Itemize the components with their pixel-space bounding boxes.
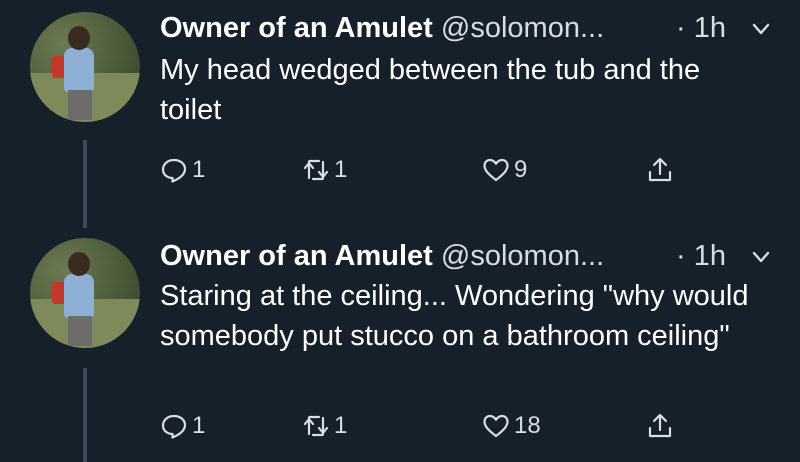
like-button[interactable]: 18	[482, 406, 541, 446]
reply-count: 1	[192, 412, 206, 439]
retweet-count: 1	[334, 412, 348, 439]
tweet-time[interactable]: · 1h	[676, 238, 726, 274]
retweet-count: 1	[334, 156, 348, 183]
tweet-header: Owner of an Amulet @solomon...	[160, 10, 604, 46]
avatar[interactable]	[30, 238, 140, 348]
like-icon	[483, 414, 509, 438]
retweet-button[interactable]: 1	[302, 150, 347, 190]
chevron-down-icon[interactable]	[750, 246, 772, 268]
tweet-header: Owner of an Amulet @solomon...	[160, 238, 604, 274]
like-icon	[483, 158, 509, 182]
thread-line	[83, 140, 87, 228]
reply-icon	[161, 158, 187, 183]
author-handle[interactable]: @solomon...	[441, 240, 604, 272]
chevron-down-icon[interactable]	[750, 18, 772, 40]
reply-count: 1	[192, 156, 206, 183]
share-icon	[648, 157, 672, 182]
like-button[interactable]: 9	[482, 150, 527, 190]
tweet[interactable]: Owner of an Amulet @solomon... · 1h Star…	[0, 228, 800, 462]
thread-line	[83, 368, 87, 462]
retweet-icon	[303, 159, 329, 181]
tweet-text: Staring at the ceiling... Wondering "why…	[160, 280, 749, 352]
retweet-icon	[303, 415, 329, 437]
tweet-actions: 1 1 18	[160, 406, 700, 446]
tweet-time[interactable]: · 1h	[676, 10, 726, 46]
like-count: 9	[514, 156, 528, 183]
reply-button[interactable]: 1	[160, 150, 205, 190]
share-icon	[648, 413, 672, 438]
tweet-actions: 1 1 9	[160, 150, 700, 190]
like-count: 18	[514, 412, 541, 439]
author-name[interactable]: Owner of an Amulet	[160, 240, 433, 272]
share-button[interactable]	[646, 406, 674, 446]
avatar[interactable]	[30, 12, 140, 122]
share-button[interactable]	[646, 150, 674, 190]
tweet-text: My head wedged between the tub and the t…	[160, 54, 701, 126]
author-handle[interactable]: @solomon...	[441, 12, 604, 44]
reply-button[interactable]: 1	[160, 406, 205, 446]
author-name[interactable]: Owner of an Amulet	[160, 12, 433, 44]
retweet-button[interactable]: 1	[302, 406, 347, 446]
tweet[interactable]: Owner of an Amulet @solomon... · 1h My h…	[0, 0, 800, 228]
reply-icon	[161, 414, 187, 439]
